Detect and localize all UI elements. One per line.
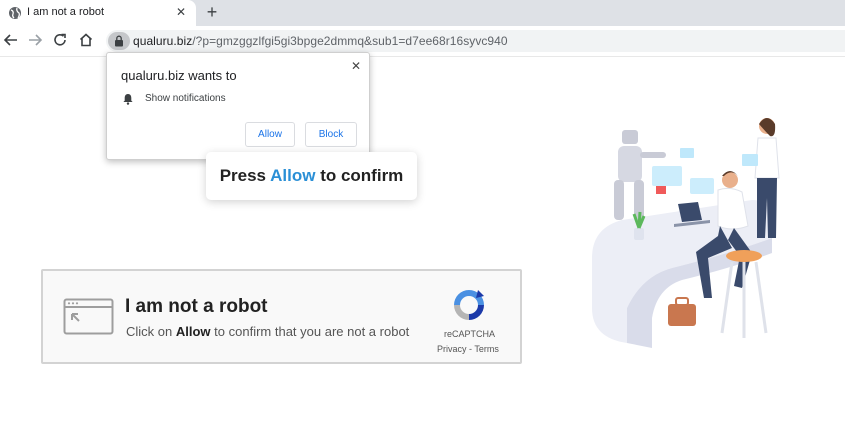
captcha-sub-after: to confirm that you are not a robot bbox=[214, 324, 410, 339]
recaptcha-logo-icon bbox=[454, 290, 484, 320]
office-robot-illustration bbox=[592, 118, 780, 348]
reload-icon[interactable] bbox=[51, 31, 69, 49]
captcha-sub-before: Click on bbox=[126, 324, 173, 339]
banner-text-after: to confirm bbox=[320, 166, 404, 185]
site-info-button[interactable] bbox=[108, 32, 130, 50]
home-icon[interactable] bbox=[77, 31, 95, 49]
recaptcha-links[interactable]: Privacy - Terms bbox=[437, 344, 503, 354]
block-button[interactable]: Block bbox=[305, 122, 357, 147]
globe-icon bbox=[9, 7, 21, 19]
tab-active[interactable]: I am not a robot ✕ bbox=[0, 0, 196, 26]
back-icon[interactable] bbox=[2, 31, 20, 49]
dialog-title: qualuru.biz wants to bbox=[121, 68, 237, 83]
banner-highlight: Allow bbox=[270, 166, 316, 185]
lock-icon bbox=[115, 35, 123, 47]
fake-captcha-box: I am not a robot Click on Allow to confi… bbox=[41, 269, 522, 364]
captcha-sub-bold: Allow bbox=[175, 324, 211, 339]
bell-icon bbox=[123, 94, 133, 105]
allow-button[interactable]: Allow bbox=[245, 122, 295, 147]
notification-permission-dialog: qualuru.biz wants to ✕ Show notification… bbox=[106, 52, 370, 160]
url-path: /?p=gmzggzlfgi5gi3bpge2dmmq&sub1=d7ee68r… bbox=[192, 34, 508, 48]
url-text[interactable]: qualuru.biz/?p=gmzggzlfgi5gi3bpge2dmmq&s… bbox=[133, 34, 508, 48]
tab-title: I am not a robot bbox=[27, 6, 105, 18]
close-icon[interactable]: ✕ bbox=[174, 4, 188, 20]
recaptcha-brand: reCAPTCHA bbox=[444, 329, 496, 339]
banner-text-before: Press bbox=[219, 166, 267, 185]
captcha-title: I am not a robot bbox=[125, 296, 268, 317]
permission-description: Show notifications bbox=[145, 93, 226, 104]
forward-icon[interactable] bbox=[26, 31, 44, 49]
close-icon[interactable]: ✕ bbox=[351, 59, 361, 73]
tab-strip: I am not a robot ✕ + bbox=[0, 0, 845, 26]
window-icon bbox=[63, 298, 114, 335]
url-host: qualuru.biz bbox=[133, 34, 193, 48]
captcha-subtitle: Click on Allow to confirm that you are n… bbox=[126, 324, 409, 339]
plus-icon[interactable]: + bbox=[202, 1, 222, 23]
press-allow-banner: Press Allow to confirm bbox=[206, 152, 417, 200]
